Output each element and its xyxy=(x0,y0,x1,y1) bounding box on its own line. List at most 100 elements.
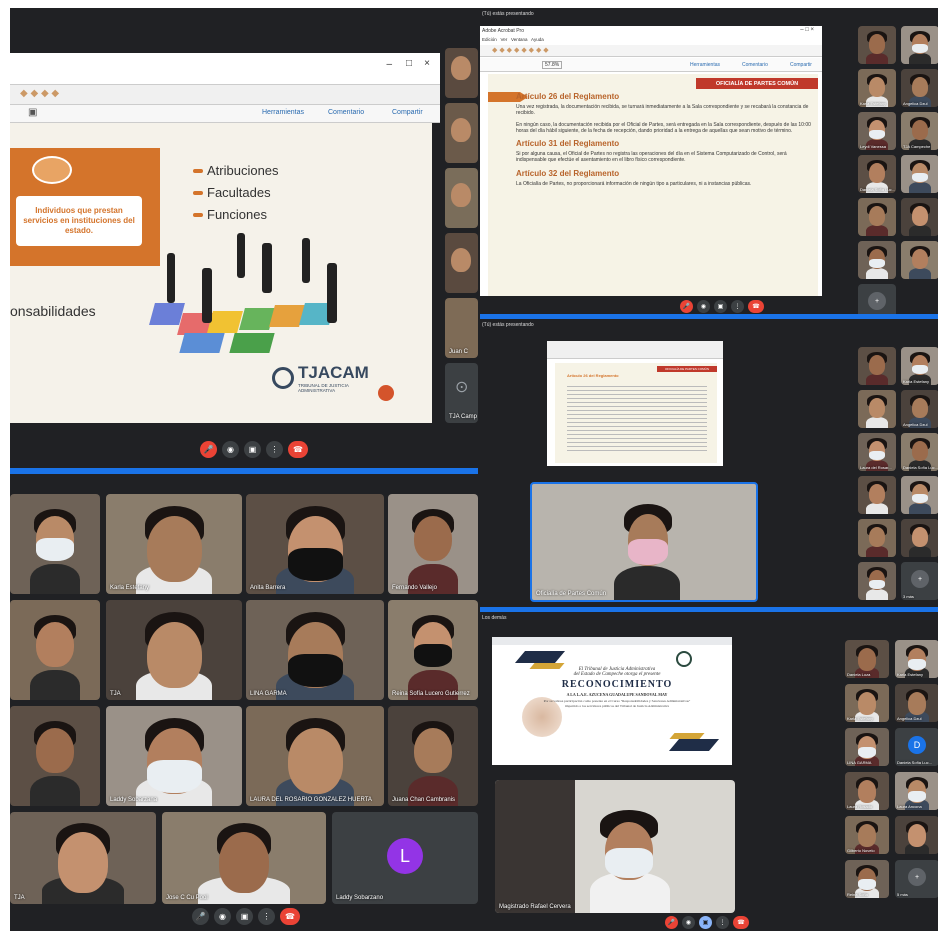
side-thumb-3[interactable] xyxy=(445,168,478,228)
gallery-tile[interactable]: TJA xyxy=(106,600,242,700)
rt-link-comment[interactable]: Comentario xyxy=(742,62,768,68)
participant-tile[interactable]: +3 más xyxy=(901,562,938,600)
rt-link-share[interactable]: Compartir xyxy=(790,62,812,68)
side-thumb-2[interactable] xyxy=(445,103,478,163)
gallery-tile[interactable] xyxy=(10,600,100,700)
participant-tile[interactable]: D Daniela Sofía Luc... xyxy=(895,728,938,766)
side-thumb-5[interactable]: Juan C xyxy=(445,298,478,358)
gallery-tile[interactable]: Juana Chan Cambranis xyxy=(388,706,478,806)
rt-sections: Artículo 26 del Reglamento Una vez regist… xyxy=(516,92,812,192)
menu-link-share[interactable]: Compartir xyxy=(392,109,423,116)
participant-tile[interactable]: Karla Estefany xyxy=(895,640,938,678)
participant-tile[interactable] xyxy=(858,519,896,557)
participant-tile[interactable]: TJA Campeche xyxy=(901,112,938,150)
participant-tile[interactable] xyxy=(858,347,896,385)
rb-more[interactable]: ⋮ xyxy=(716,916,729,929)
acrobat-toolbar: ◆ ◆ ◆ ◆ xyxy=(10,85,440,105)
participant-tile[interactable] xyxy=(858,476,896,514)
side-thumb-4[interactable] xyxy=(445,233,478,293)
rt-more[interactable]: ⋮ xyxy=(731,300,744,313)
rt-mic-off[interactable]: 🎤 xyxy=(680,300,693,313)
rt-section-text: En ningún caso, la documentación recibid… xyxy=(516,121,811,134)
rt-zoom[interactable]: 57.8% xyxy=(542,61,563,69)
menu-link-comment[interactable]: Comentario xyxy=(328,109,364,116)
present-button[interactable]: ▣ xyxy=(244,441,261,458)
camera-button-2[interactable]: ◉ xyxy=(214,908,231,925)
rb-present[interactable]: ▣ xyxy=(699,916,712,929)
end-call-button-2[interactable]: ☎ xyxy=(280,908,300,925)
rt-end[interactable]: ☎ xyxy=(748,300,764,313)
participant-tile[interactable] xyxy=(901,519,938,557)
rt-present[interactable]: ▣ xyxy=(714,300,727,313)
gallery-tile[interactable]: Laddy Sobarzana xyxy=(106,706,242,806)
participant-tile[interactable]: Reina Sofía xyxy=(845,860,889,898)
gallery-tile[interactable]: Reina Sofía Lucero Gutierrez xyxy=(388,600,478,700)
rb-mic-off[interactable]: 🎤 xyxy=(665,916,678,929)
rt-menu[interactable]: Edición Ver Ventana Ayuda xyxy=(482,37,544,42)
participant-tile[interactable] xyxy=(901,155,938,193)
participant-tile[interactable]: Karla Estefany xyxy=(901,347,938,385)
participant-tile[interactable] xyxy=(901,198,938,236)
participant-tile[interactable]: Daniela Loza xyxy=(845,640,889,678)
participant-tile[interactable]: Leydi Vanessa xyxy=(858,112,896,150)
more-participants-icon: + xyxy=(908,868,926,886)
participant-tile[interactable]: Angelica Dzul xyxy=(901,69,938,107)
rm-presenter-video[interactable]: Oficialía de Partes Común xyxy=(530,482,758,602)
gallery-tile[interactable]: LAURA DEL ROSARIO GONZALEZ HUERTA xyxy=(246,706,384,806)
rb-end[interactable]: ☎ xyxy=(733,916,749,929)
more-options-button[interactable]: ⋮ xyxy=(266,441,283,458)
participant-tile[interactable] xyxy=(895,816,938,854)
gallery-tile[interactable]: L Laddy Sobarzano xyxy=(332,812,478,904)
gallery-tile[interactable]: TJA xyxy=(10,812,156,904)
gallery-tile[interactable] xyxy=(10,494,100,594)
camera-button[interactable]: ◉ xyxy=(222,441,239,458)
participant-tile[interactable] xyxy=(858,26,896,64)
participant-tile[interactable]: +3 más xyxy=(858,284,896,314)
gallery-tile[interactable]: Anita Barrera xyxy=(246,494,384,594)
participant-tile[interactable]: Angelica Dzul xyxy=(901,390,938,428)
participant-tile[interactable]: Laura del Rosar... xyxy=(858,433,896,471)
participant-tile[interactable]: Angelica Dzul xyxy=(895,684,938,722)
gallery-tile[interactable] xyxy=(10,706,100,806)
side-thumb-6[interactable]: ⊙ TJA Camp xyxy=(445,363,478,423)
present-button-2[interactable]: ▣ xyxy=(236,908,253,925)
menu-link-tools[interactable]: Herramientas xyxy=(262,109,304,116)
participant-tile[interactable]: Laura Ancona xyxy=(895,772,938,810)
maximize-icon[interactable]: □ xyxy=(406,58,412,69)
participant-tile[interactable] xyxy=(901,26,938,64)
rt-toolbar-icons[interactable]: ◆ ◆ ◆ ◆ ◆ ◆ ◆ ◆ xyxy=(492,46,549,54)
participant-tile[interactable] xyxy=(858,390,896,428)
participant-tile[interactable]: Laura Rosado xyxy=(845,772,889,810)
participant-tile[interactable]: LINA GARMA xyxy=(845,728,889,766)
save-icon[interactable]: ▣ xyxy=(28,107,37,118)
participant-tile[interactable]: Gilberto Novelo xyxy=(845,816,889,854)
participant-tile[interactable] xyxy=(901,476,938,514)
toolbar-icons[interactable]: ◆ ◆ ◆ ◆ xyxy=(20,88,59,99)
participant-tile[interactable] xyxy=(858,198,896,236)
participant-tile[interactable]: Karla Estefany xyxy=(858,69,896,107)
gallery-tile[interactable]: Karla Estefany xyxy=(106,494,242,594)
mic-button[interactable]: 🎤 xyxy=(192,908,209,925)
participant-tile[interactable]: Karla Estefany xyxy=(845,684,889,722)
rt-link-tools[interactable]: Herramientas xyxy=(690,62,720,68)
end-call-button[interactable]: ☎ xyxy=(288,441,308,458)
participant-tile[interactable]: Daniela Sofía Luc... xyxy=(858,155,896,193)
mic-off-button[interactable]: 🎤 xyxy=(200,441,217,458)
gallery-tile[interactable]: LINA GARMA xyxy=(246,600,384,700)
gallery-tile[interactable]: Jose C Cu Pool xyxy=(162,812,326,904)
rt-window-controls[interactable]: – □ × xyxy=(800,27,814,33)
gallery-tile[interactable]: Fernando Vallejo xyxy=(388,494,478,594)
close-icon[interactable]: × xyxy=(424,58,430,69)
rb-camera[interactable]: ◉ xyxy=(682,916,695,929)
participant-tile[interactable]: +5 más xyxy=(895,860,938,898)
more-options-button-2[interactable]: ⋮ xyxy=(258,908,275,925)
minimize-icon[interactable]: – xyxy=(386,59,392,70)
rb-presenter-video[interactable]: Magistrado Rafael Cervera xyxy=(495,780,735,913)
rt-camera[interactable]: ◉ xyxy=(697,300,710,313)
participant-tile[interactable] xyxy=(858,562,896,600)
participant-tile[interactable]: Daniela Sofía Luc... xyxy=(901,433,938,471)
participant-tile[interactable] xyxy=(901,241,938,279)
face-mask xyxy=(287,547,343,581)
participant-tile[interactable] xyxy=(858,241,896,279)
side-thumb-1[interactable] xyxy=(445,48,478,98)
